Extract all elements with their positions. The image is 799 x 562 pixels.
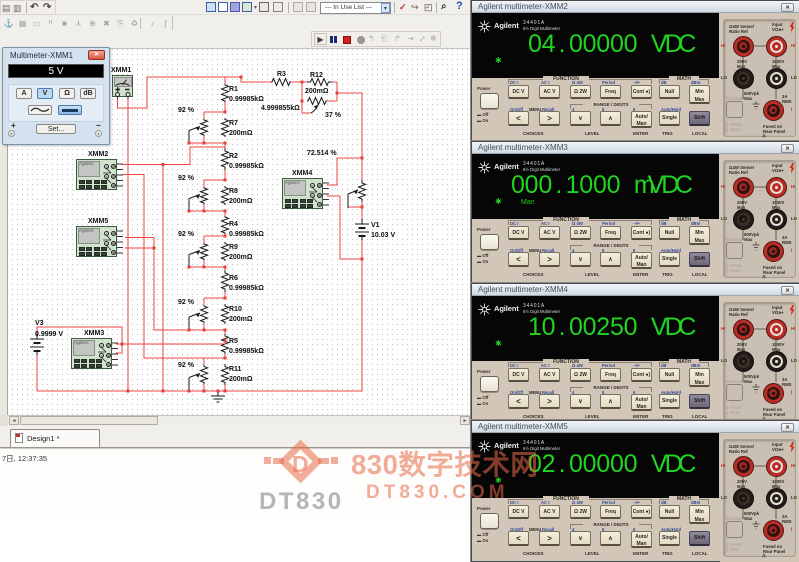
svg-text:92 %: 92 % [178,175,195,182]
svg-text:R11: R11 [229,366,242,373]
svg-text:0.99985kΩ: 0.99985kΩ [229,96,264,103]
svg-text:0.9999 V: 0.9999 V [35,331,63,338]
svg-text:4.999855kΩ: 4.999855kΩ [261,105,300,112]
svg-text:200mΩ: 200mΩ [229,254,253,261]
svg-text:10.03 V: 10.03 V [371,232,395,239]
svg-text:R7: R7 [229,120,238,127]
svg-text:200mΩ: 200mΩ [305,88,329,95]
svg-text:200mΩ: 200mΩ [229,316,253,323]
svg-text:37 %: 37 % [325,112,342,119]
svg-text:R4: R4 [229,221,238,228]
svg-text:92 %: 92 % [178,107,195,114]
svg-text:R3: R3 [277,71,286,78]
svg-text:200mΩ: 200mΩ [229,198,253,205]
svg-text:0.99985kΩ: 0.99985kΩ [229,231,264,238]
svg-text:92 %: 92 % [178,362,195,369]
svg-text:200mΩ: 200mΩ [229,376,253,383]
svg-text:R1: R1 [229,86,238,93]
svg-text:200mΩ: 200mΩ [229,130,253,137]
svg-text:R8: R8 [229,188,238,195]
svg-text:R6: R6 [229,275,238,282]
svg-text:0.99985kΩ: 0.99985kΩ [229,163,264,170]
svg-text:R10: R10 [229,306,242,313]
svg-text:72.514 %: 72.514 % [307,150,337,157]
svg-text:92 %: 92 % [178,299,195,306]
svg-text:R12: R12 [310,72,323,79]
svg-text:V1: V1 [371,222,380,229]
svg-text:R9: R9 [229,244,238,251]
svg-text:92 %: 92 % [178,231,195,238]
svg-text:0.99985kΩ: 0.99985kΩ [229,285,264,292]
svg-text:R5: R5 [229,338,238,345]
svg-text:R2: R2 [229,153,238,160]
svg-text:V3: V3 [35,320,44,327]
svg-text:0.99985kΩ: 0.99985kΩ [229,348,264,355]
